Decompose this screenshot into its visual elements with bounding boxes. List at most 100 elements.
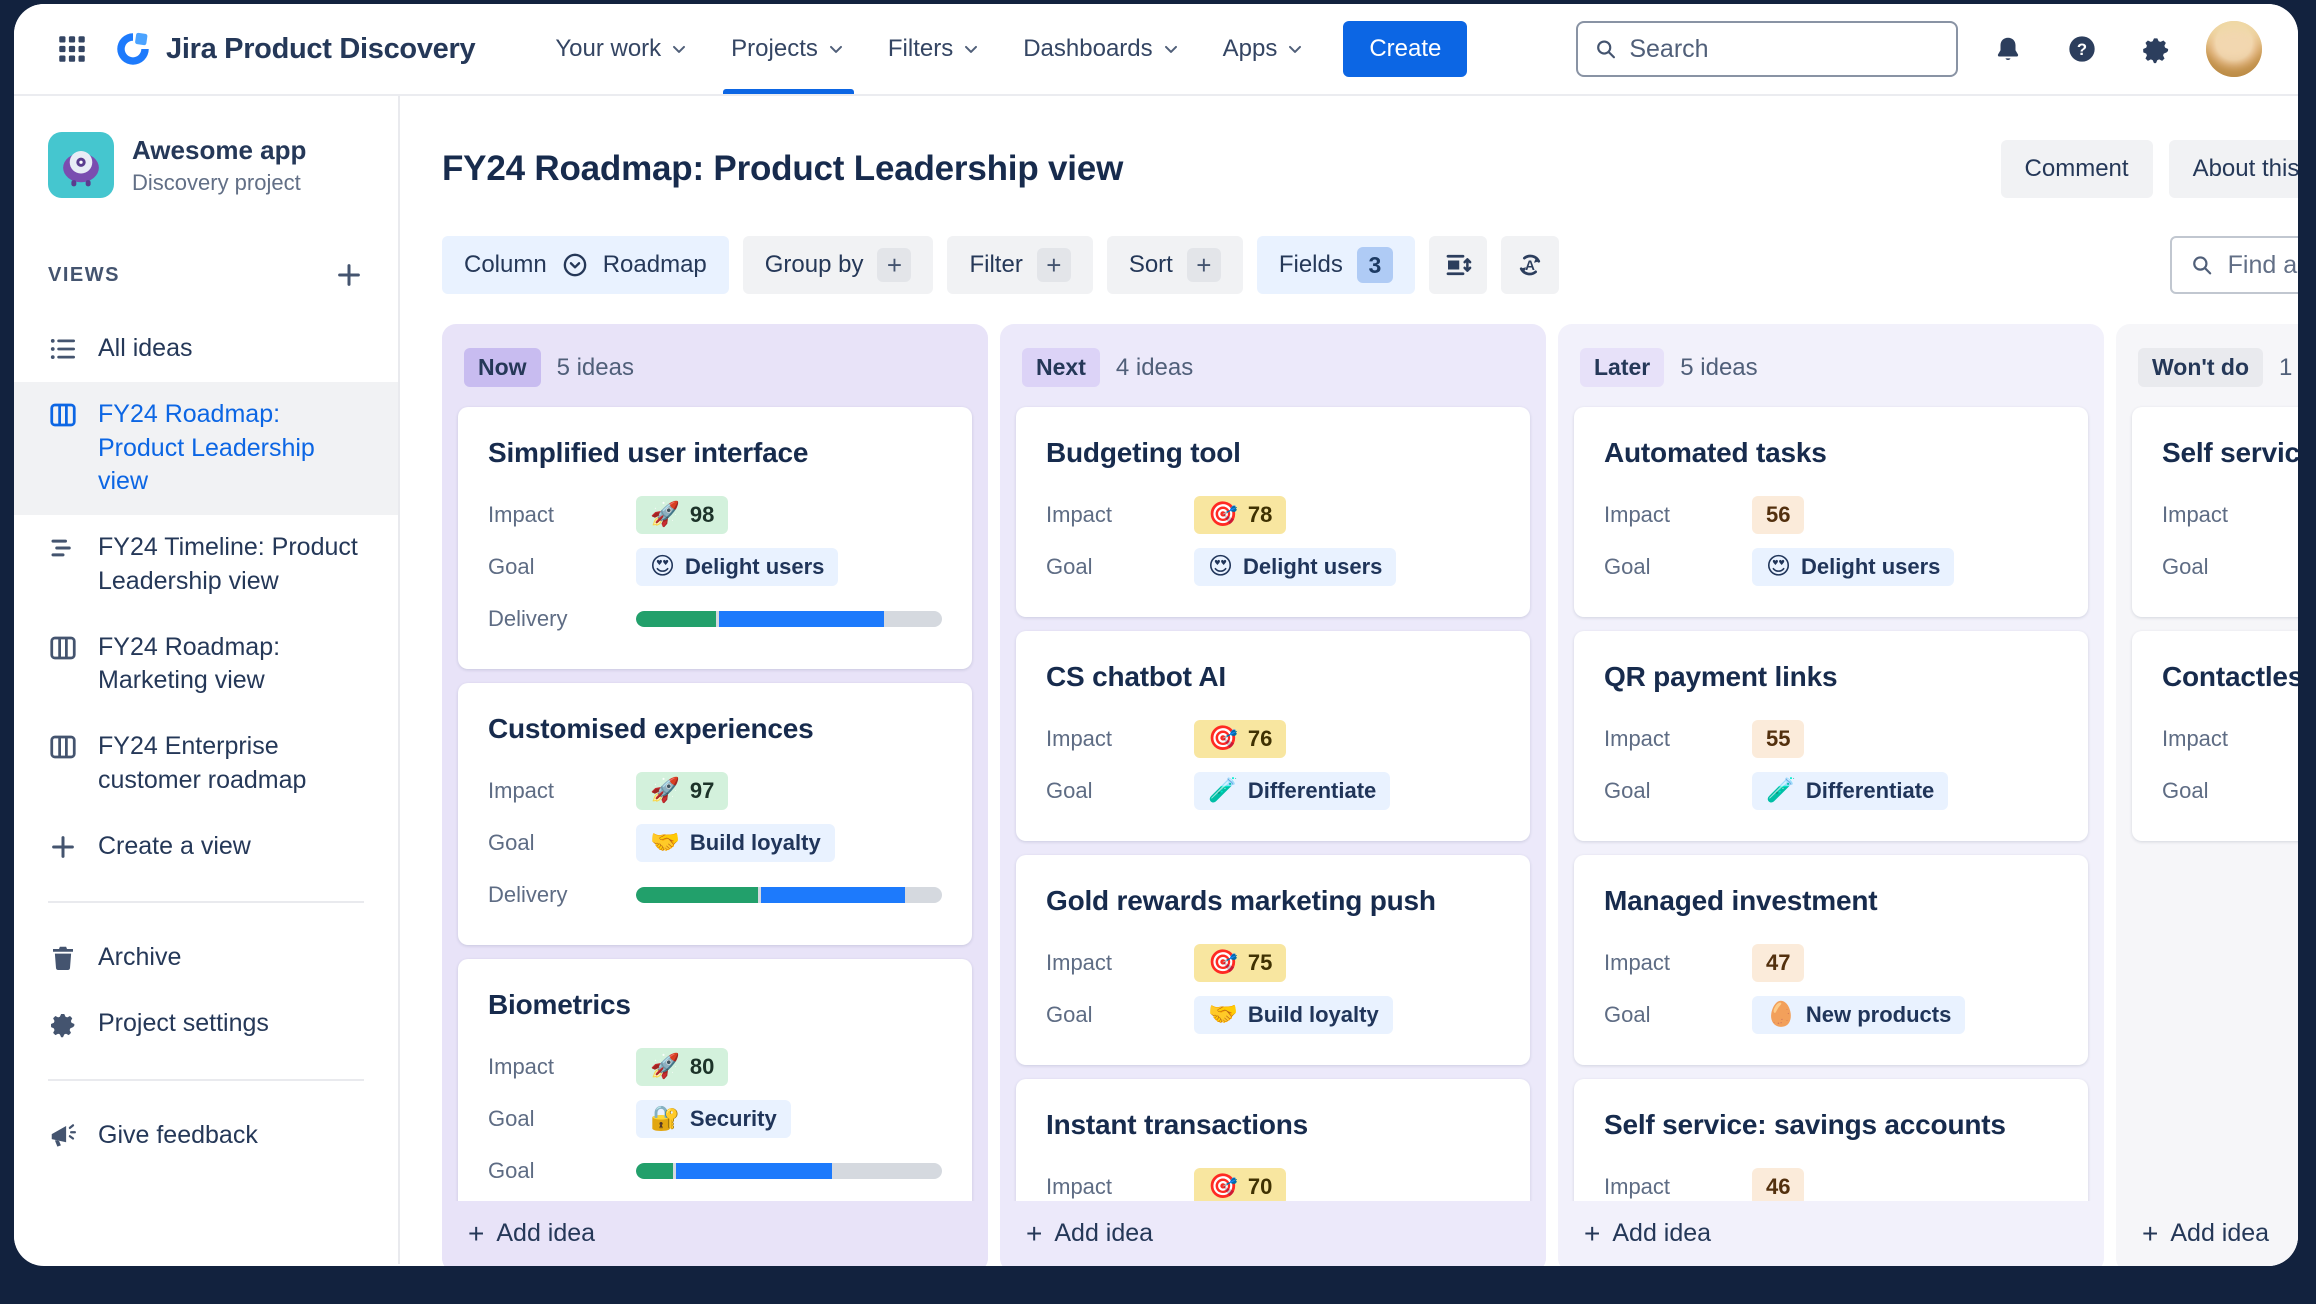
project-type: Discovery project <box>132 169 301 195</box>
nav-item-your-work[interactable]: Your work <box>539 4 705 94</box>
rocket-emoji-icon: 🚀 <box>650 501 680 528</box>
column-view-selector[interactable]: Column Roadmap <box>442 236 729 294</box>
goal-pill: 🧪 Differentiate <box>1752 772 1949 810</box>
idea-title: Automated tasks <box>1604 437 1827 468</box>
goal-label: Goal <box>1046 778 1093 803</box>
goal-label: Goal <box>1046 1002 1093 1027</box>
column-count: 5 ideas <box>1680 353 1758 381</box>
column-status-badge: Won't do <box>2138 348 2264 387</box>
settings-gear-icon[interactable] <box>2132 25 2180 73</box>
gear-icon <box>48 1009 78 1039</box>
find-idea-input[interactable] <box>2227 250 2298 280</box>
impact-pill: 47 <box>1752 944 1805 982</box>
impact-pill: 🎯 76 <box>1194 720 1287 758</box>
sidebar-item-label: Create a view <box>98 831 251 860</box>
app-switcher-icon[interactable] <box>50 27 94 71</box>
add-idea-button[interactable]: + Add idea <box>1558 1201 2104 1266</box>
idea-title: Gold rewards marketing push <box>1046 885 1436 916</box>
project-header[interactable]: Awesome app Discovery project <box>14 132 398 198</box>
delivery-progress-bar <box>636 611 942 627</box>
nav-item-dashboards[interactable]: Dashboards <box>1007 4 1196 94</box>
idea-title: Budgeting tool <box>1046 437 1241 468</box>
goal-pill: 🧪 Differentiate <box>1194 772 1391 810</box>
idea-card[interactable]: Budgeting tool Impact 🎯 78 Goal 😍 Delight … <box>1016 407 1530 617</box>
sidebar-item-give-feedback[interactable]: Give feedback <box>14 1103 398 1169</box>
nav-item-filters[interactable]: Filters <box>872 4 997 94</box>
target-emoji-icon: 🎯 <box>1208 949 1238 976</box>
help-icon[interactable] <box>2058 25 2106 73</box>
idea-card[interactable]: Simplified user interface Impact 🚀 98 Goa… <box>458 407 972 669</box>
plus-icon: + <box>2142 1217 2159 1249</box>
about-this-view-button[interactable]: About this view <box>2168 140 2298 198</box>
sidebar-item-fy24-enterprise-roadmap[interactable]: FY24 Enterprise customer roadmap <box>14 714 398 814</box>
idea-card[interactable]: Customised experiences Impact 🚀 97 Goal 🤝… <box>458 683 972 945</box>
sidebar-item-archive[interactable]: Archive <box>14 925 398 991</box>
user-avatar[interactable] <box>2206 21 2262 77</box>
add-idea-button[interactable]: + Add idea <box>2116 1201 2298 1266</box>
search-icon <box>1594 36 1617 62</box>
idea-title: QR payment links <box>1604 661 1838 692</box>
header-actions: Comment About this view <box>2000 140 2298 198</box>
plus-icon <box>48 832 78 862</box>
sidebar-item-fy24-roadmap-marketing[interactable]: FY24 Roadmap: Marketing view <box>14 615 398 715</box>
sidebar-item-project-settings[interactable]: Project settings <box>14 991 398 1057</box>
idea-card[interactable]: Biometrics Impact 🚀 80 Goal 🔐 Security Goa… <box>458 959 972 1221</box>
nav-menu: Your work Projects Filters Dashboards Ap… <box>539 4 1321 94</box>
idea-card[interactable]: Gold rewards marketing push Impact 🎯 75 G… <box>1016 855 1530 1065</box>
nav-right <box>1576 21 2262 77</box>
column-status-badge: Now <box>464 348 541 387</box>
comment-button[interactable]: Comment <box>2000 140 2153 198</box>
idea-card[interactable]: QR payment links Impact 55 Goal 🧪 Differe… <box>1574 631 2088 841</box>
column-count: 4 ideas <box>1115 353 1194 381</box>
idea-title: Contactless <box>2162 661 2298 692</box>
add-view-icon[interactable] <box>334 260 364 290</box>
notifications-icon[interactable] <box>1984 25 2032 73</box>
global-search[interactable] <box>1576 21 1958 77</box>
impact-label: Impact <box>1046 950 1113 975</box>
nav-item-apps[interactable]: Apps <box>1207 4 1322 94</box>
sort-button[interactable]: Sort + <box>1106 236 1243 294</box>
plus-icon: + <box>1584 1217 1601 1249</box>
sidebar-item-label: FY24 Timeline: Product Leadership view <box>98 533 358 595</box>
delivery-progress-bar <box>636 1163 942 1179</box>
sidebar-item-fy24-roadmap-product[interactable]: FY24 Roadmap: Product Leadership view <box>14 381 398 515</box>
goal-emoji-icon: 😍 <box>1766 553 1792 580</box>
global-search-input[interactable] <box>1629 34 1940 64</box>
sidebar: Awesome app Discovery project VIEWS All … <box>14 96 400 1264</box>
group-by-button[interactable]: Group by + <box>742 236 934 294</box>
impact-label: Impact <box>2162 502 2229 527</box>
add-idea-button[interactable]: + Add idea <box>442 1201 988 1266</box>
goal-label: Goal <box>1046 554 1093 579</box>
goal-pill: 😍Delight users <box>1194 548 1397 586</box>
fields-button[interactable]: Fields 3 <box>1256 236 1415 294</box>
goal-label: Goal <box>2162 778 2209 803</box>
find-idea-search[interactable] <box>2170 236 2298 294</box>
idea-card[interactable]: Self service: Impact 36 Goal 🧪 <box>2132 407 2298 617</box>
views-title: VIEWS <box>48 263 120 286</box>
idea-card[interactable]: Automated tasks Impact 56 Goal 😍 Delight … <box>1574 407 2088 617</box>
idea-card[interactable]: Contactless Impact 30 Goal 🏎 <box>2132 631 2298 841</box>
impact-label: Impact <box>1604 502 1671 527</box>
column-later: Later 5 ideas Automated tasks Impact 56 … <box>1558 324 2104 1266</box>
filter-button[interactable]: Filter + <box>947 236 1093 294</box>
timeline-icon <box>48 533 78 563</box>
translate-button[interactable] <box>1500 236 1559 294</box>
sidebar-divider <box>48 1078 364 1081</box>
sidebar-item-all-ideas[interactable]: All ideas <box>14 316 398 382</box>
column-next: Next 4 ideas Budgeting tool Impact 🎯 78 G… <box>1000 324 1546 1266</box>
sidebar-item-create-a-view[interactable]: Create a view <box>14 814 398 880</box>
sidebar-divider <box>48 901 364 904</box>
create-button[interactable]: Create <box>1343 21 1468 77</box>
sidebar-item-fy24-timeline-product[interactable]: FY24 Timeline: Product Leadership view <box>14 515 398 615</box>
goal-emoji-icon: 🧪 <box>1208 777 1238 804</box>
jira-logo[interactable]: Jira Product Discovery <box>112 28 476 70</box>
idea-card[interactable]: CS chatbot AI Impact 🎯 76 Goal 🧪 Different… <box>1016 631 1530 841</box>
sidebar-item-label: FY24 Roadmap: Marketing view <box>98 632 281 695</box>
roadmap-board: Now 5 ideas Simplified user interface Im… <box>442 324 2298 1266</box>
row-height-button[interactable] <box>1428 236 1487 294</box>
idea-card[interactable]: Managed investment Impact 47 Goal 🥚 New p… <box>1574 855 2088 1065</box>
nav-item-projects[interactable]: Projects <box>715 4 862 94</box>
plus-icon: + <box>468 1217 485 1249</box>
add-idea-button[interactable]: + Add idea <box>1000 1201 1546 1266</box>
goal-pill: 🥚 New products <box>1752 996 1966 1034</box>
